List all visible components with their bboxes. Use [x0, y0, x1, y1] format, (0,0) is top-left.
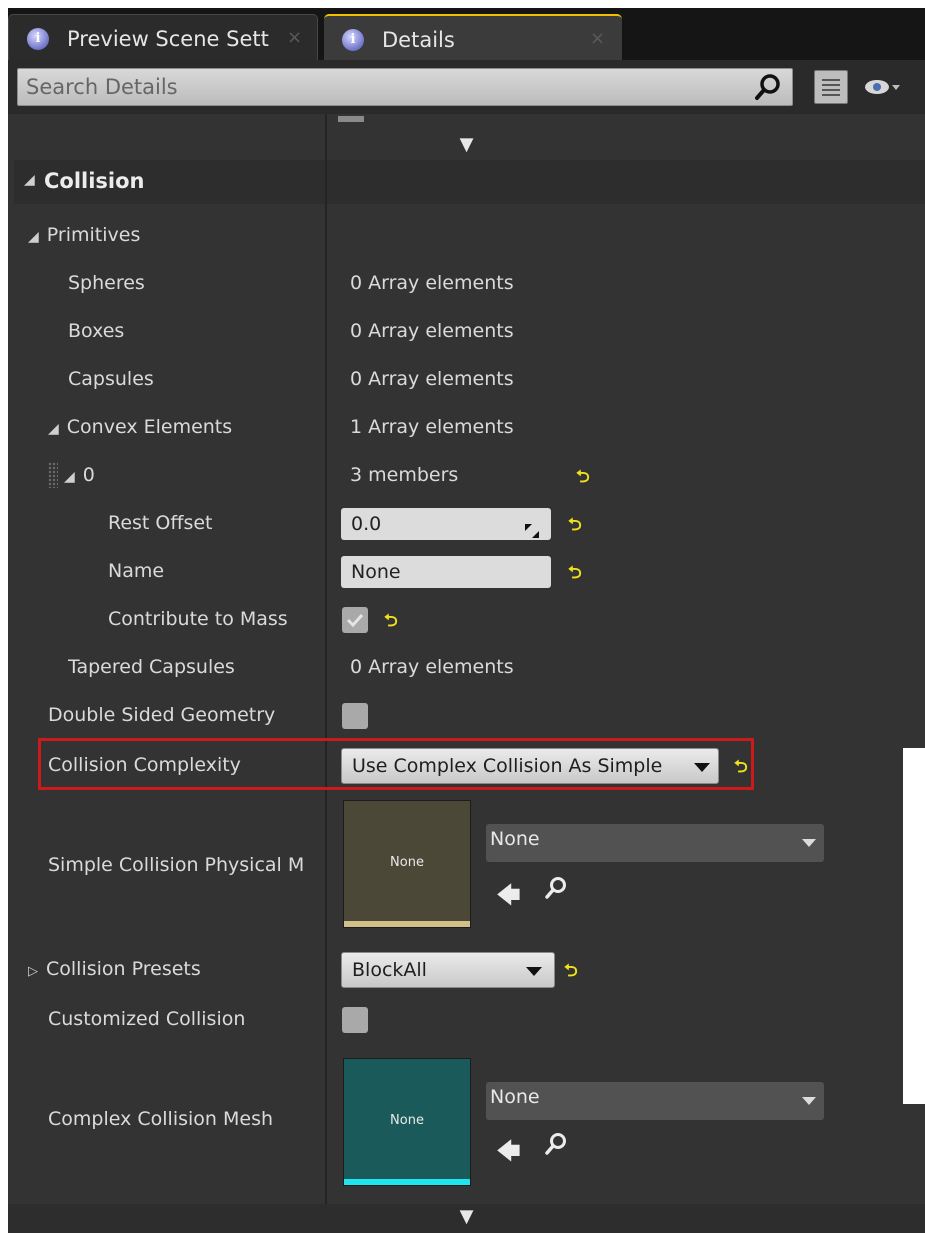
- reset-to-default-icon[interactable]: ⮌: [568, 560, 582, 589]
- name-field[interactable]: None: [341, 556, 551, 588]
- field-value: None: [351, 561, 401, 583]
- collapse-arrow-icon: ◢: [48, 421, 59, 437]
- row-collision-presets[interactable]: ▷ Collision Presets BlockAll ⮌: [16, 950, 911, 990]
- tab-label: Preview Scene Sett: [67, 27, 269, 51]
- physical-material-asset-picker[interactable]: None: [486, 824, 824, 862]
- section-header[interactable]: ◢ Collision: [14, 160, 925, 204]
- thumbnail-text: None: [390, 1113, 424, 1128]
- row-label: Boxes: [68, 320, 125, 342]
- complex-collision-mesh-thumbnail[interactable]: None: [343, 1058, 471, 1186]
- checkmark-icon: [346, 613, 364, 628]
- field-value: 0.0: [351, 513, 382, 535]
- row-name: Name None ⮌: [16, 552, 911, 592]
- use-selected-arrow-icon[interactable]: 🡄: [496, 878, 521, 919]
- row-label: Tapered Capsules: [68, 656, 235, 678]
- section-title: Collision: [44, 169, 145, 193]
- reset-to-default-icon[interactable]: ⮌: [384, 608, 398, 637]
- tab-label: Details: [382, 28, 455, 52]
- row-boxes: Boxes 0 Array elements: [16, 312, 911, 352]
- partial-checkbox: [338, 116, 364, 122]
- expand-arrow-icon: ▷: [28, 964, 38, 979]
- chevron-down-icon: [802, 1097, 816, 1105]
- thumbnail-text: None: [390, 855, 424, 870]
- browse-search-icon[interactable]: [544, 876, 568, 900]
- row-label: Spheres: [68, 272, 145, 294]
- collision-presets-dropdown[interactable]: BlockAll: [341, 952, 555, 988]
- dropdown-value: BlockAll: [352, 959, 427, 981]
- collapse-arrow-icon: ◢: [28, 229, 39, 245]
- customized-collision-checkbox[interactable]: [342, 1007, 368, 1033]
- tab-bar: i Preview Scene Sett × i Details ×: [8, 8, 925, 60]
- collapse-arrow-icon[interactable]: ▼: [8, 134, 925, 155]
- drag-handle-icon[interactable]: [48, 462, 58, 488]
- row-label: Name: [108, 560, 165, 582]
- asset-type-bar: [344, 1179, 470, 1185]
- row-value: 0 Array elements: [350, 272, 514, 294]
- asset-picker-value: None: [490, 1086, 540, 1108]
- chevron-down-icon: [802, 839, 816, 847]
- row-value: 0 Array elements: [350, 320, 514, 342]
- row-label: ◢ Primitives: [28, 224, 140, 246]
- search-icon[interactable]: [754, 73, 782, 101]
- chevron-down-icon: [526, 967, 542, 976]
- view-options-icon[interactable]: [814, 70, 848, 104]
- row-label: ▷ Collision Presets: [28, 958, 201, 980]
- row-label-text: Primitives: [46, 224, 141, 246]
- contribute-to-mass-checkbox[interactable]: [342, 607, 368, 633]
- details-panel: i Preview Scene Sett × i Details × ▼ ◢ C…: [8, 8, 925, 1233]
- row-label: Capsules: [68, 368, 154, 390]
- asset-type-bar: [344, 921, 470, 927]
- reset-to-default-icon[interactable]: ⮌: [568, 512, 582, 541]
- row-customized-collision: Customized Collision: [16, 1000, 911, 1040]
- drag-value-icon[interactable]: [525, 516, 539, 538]
- row-label: ◢ Convex Elements: [48, 416, 232, 438]
- row-label-text: Convex Elements: [66, 416, 233, 438]
- tab-details[interactable]: i Details ×: [324, 14, 622, 60]
- tab-close-icon[interactable]: ×: [287, 27, 302, 48]
- row-contribute-to-mass: Contribute to Mass ⮌: [16, 600, 911, 640]
- row-label-text: 0: [82, 464, 95, 486]
- highlight-box: [38, 738, 754, 790]
- row-element-0[interactable]: ◢ 0 3 members ⮌: [16, 456, 911, 496]
- rest-offset-field[interactable]: 0.0: [341, 508, 551, 540]
- physical-material-thumbnail[interactable]: None: [343, 800, 471, 928]
- row-label: ◢ 0: [64, 464, 95, 486]
- row-tapered-capsules: Tapered Capsules 0 Array elements: [16, 648, 911, 688]
- row-value: 0 Array elements: [350, 368, 514, 390]
- scrollbar-thumb[interactable]: [903, 748, 925, 1104]
- reset-to-default-icon[interactable]: ⮌: [564, 958, 578, 987]
- row-double-sided-geometry: Double Sided Geometry: [16, 696, 911, 736]
- tab-preview-scene-settings[interactable]: i Preview Scene Sett ×: [8, 14, 318, 60]
- search-row: [8, 60, 925, 114]
- asset-picker-value: None: [490, 828, 540, 850]
- row-spheres: Spheres 0 Array elements: [16, 264, 911, 304]
- browse-search-icon[interactable]: [544, 1132, 568, 1156]
- row-convex-elements[interactable]: ◢ Convex Elements 1 Array elements: [16, 408, 911, 448]
- info-icon: i: [27, 28, 49, 50]
- complex-collision-mesh-asset-picker[interactable]: None: [486, 1082, 824, 1120]
- row-label: Complex Collision Mesh: [48, 1108, 274, 1130]
- row-rest-offset: Rest Offset 0.0 ⮌: [16, 504, 911, 544]
- double-sided-geometry-checkbox[interactable]: [342, 703, 368, 729]
- expand-arrow-icon[interactable]: ▼: [8, 1206, 925, 1227]
- row-label: Customized Collision: [48, 1008, 246, 1030]
- use-selected-arrow-icon[interactable]: 🡄: [496, 1134, 521, 1175]
- collapse-arrow-icon: ◢: [64, 469, 75, 485]
- row-label: Contribute to Mass: [108, 608, 288, 630]
- eye-icon[interactable]: [864, 76, 900, 98]
- collapse-arrow-icon: ◢: [24, 172, 35, 188]
- search-input[interactable]: [17, 68, 793, 106]
- row-value: 1 Array elements: [350, 416, 514, 438]
- row-label-text: Collision Presets: [46, 958, 201, 980]
- row-primitives[interactable]: ◢ Primitives: [16, 216, 911, 256]
- row-capsules: Capsules 0 Array elements: [16, 360, 911, 400]
- info-icon: i: [342, 29, 364, 51]
- tab-close-icon[interactable]: ×: [590, 28, 605, 49]
- row-value: 3 members: [350, 464, 459, 486]
- row-label: Rest Offset: [108, 512, 213, 534]
- reset-to-default-icon[interactable]: ⮌: [576, 464, 590, 493]
- row-label: Simple Collision Physical M: [48, 854, 305, 876]
- row-value: 0 Array elements: [350, 656, 514, 678]
- row-label: Double Sided Geometry: [48, 704, 276, 726]
